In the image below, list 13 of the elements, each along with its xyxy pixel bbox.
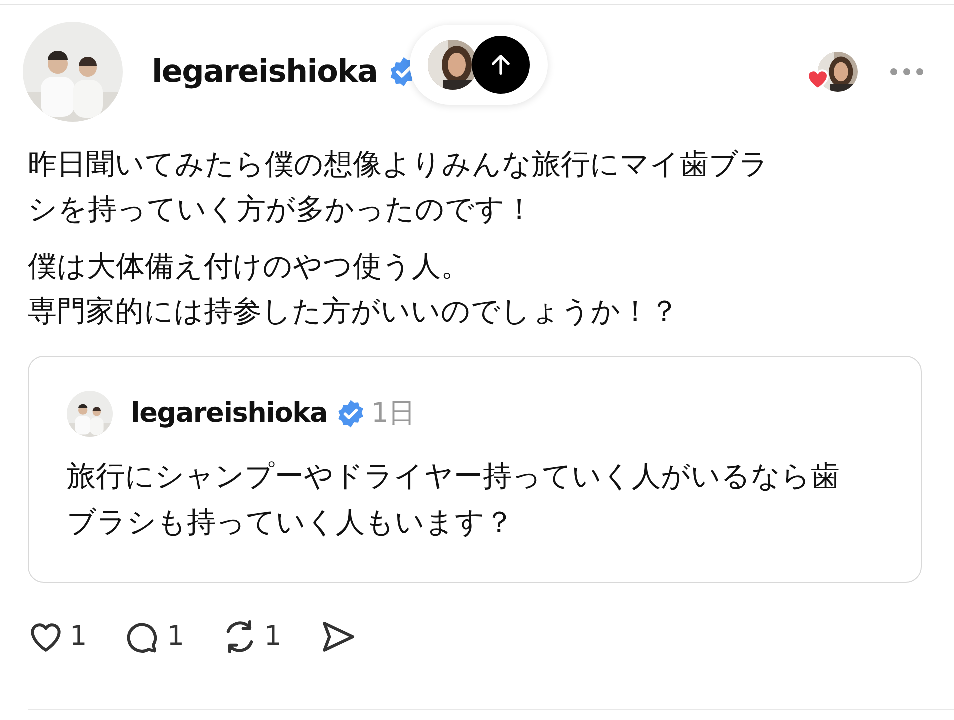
- count: 1: [167, 620, 184, 654]
- post-text: 僕は大体備え付けのやつ使う人。: [28, 248, 471, 285]
- count: 1: [264, 620, 282, 654]
- quoted-post-text: 旅行にシャンプーやドライヤー持っていく人がいるなら歯ブラシも持っていく人もいます？: [67, 458, 841, 541]
- quoted-post-card[interactable]: legareishioka 1日 旅行にシャンプーやドライヤー持っていく人がいるなら歯ブラシも持っていく人もいます？: [28, 356, 922, 583]
- more-icon[interactable]: [890, 67, 924, 77]
- username[interactable]: legareishioka: [131, 394, 328, 434]
- timestamp: 1日: [372, 396, 416, 431]
- count: 1: [70, 620, 88, 654]
- post-text: 昨日聞いてみたら僕の想像よりみんな旅行にマイ歯ブラシを持っていく方が多かったのです！: [28, 146, 770, 228]
- post-text: 専門家的には持参した方がいいのでしょうか！？: [28, 293, 680, 330]
- heart-icon: [806, 68, 830, 90]
- username[interactable]: legareishioka: [152, 48, 378, 96]
